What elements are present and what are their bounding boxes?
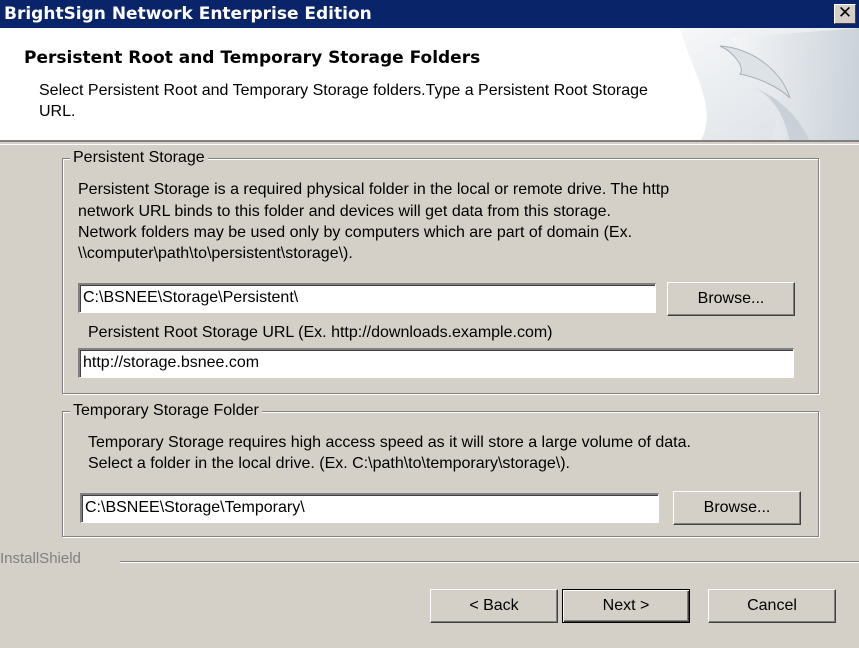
- page-description: Select Persistent Root and Temporary Sto…: [39, 82, 648, 120]
- footer-separator: [120, 561, 859, 563]
- temporary-browse-button[interactable]: Browse...: [673, 491, 801, 525]
- page-title: Persistent Root and Temporary Storage Fo…: [24, 48, 481, 68]
- persistent-browse-button[interactable]: Browse...: [667, 282, 795, 316]
- persistent-desc-line-3: Network folders may be used only by comp…: [78, 224, 633, 241]
- persistent-folder-input[interactable]: C:\BSNEE\Storage\Persistent\: [78, 283, 656, 313]
- installshield-brand: InstallShield: [0, 550, 81, 567]
- persistent-desc-line-4: \\computer\path\to\persistent\storage\).: [78, 245, 353, 262]
- title-bar[interactable]: BrightSign Network Enterprise Edition ✕: [0, 0, 859, 28]
- persistent-desc-line-1: Persistent Storage is a required physica…: [78, 181, 670, 198]
- installer-dialog: BrightSign Network Enterprise Edition ✕ …: [0, 0, 859, 648]
- close-button[interactable]: ✕: [834, 3, 856, 24]
- temporary-desc-line-1: Temporary Storage requires high access s…: [88, 434, 691, 451]
- temporary-desc-line-2: Select a folder in the local drive. (Ex.…: [88, 455, 570, 472]
- close-icon: ✕: [837, 3, 853, 23]
- persistent-storage-legend: Persistent Storage: [70, 149, 208, 167]
- next-button[interactable]: Next >: [562, 589, 690, 623]
- header-separator: [0, 144, 859, 145]
- temporary-storage-legend: Temporary Storage Folder: [70, 402, 262, 420]
- persistent-desc-line-2: network URL binds to this folder and dev…: [78, 203, 611, 220]
- persistent-url-label: Persistent Root Storage URL (Ex. http://…: [88, 324, 553, 341]
- cancel-button[interactable]: Cancel: [708, 589, 836, 623]
- page-curl-graphic-icon: [660, 28, 859, 140]
- persistent-url-input[interactable]: http://storage.bsnee.com: [78, 348, 794, 378]
- window-title: BrightSign Network Enterprise Edition: [4, 4, 372, 24]
- header-panel: Persistent Root and Temporary Storage Fo…: [0, 28, 859, 142]
- back-button[interactable]: < Back: [430, 589, 558, 623]
- temporary-folder-input[interactable]: C:\BSNEE\Storage\Temporary\: [80, 493, 659, 523]
